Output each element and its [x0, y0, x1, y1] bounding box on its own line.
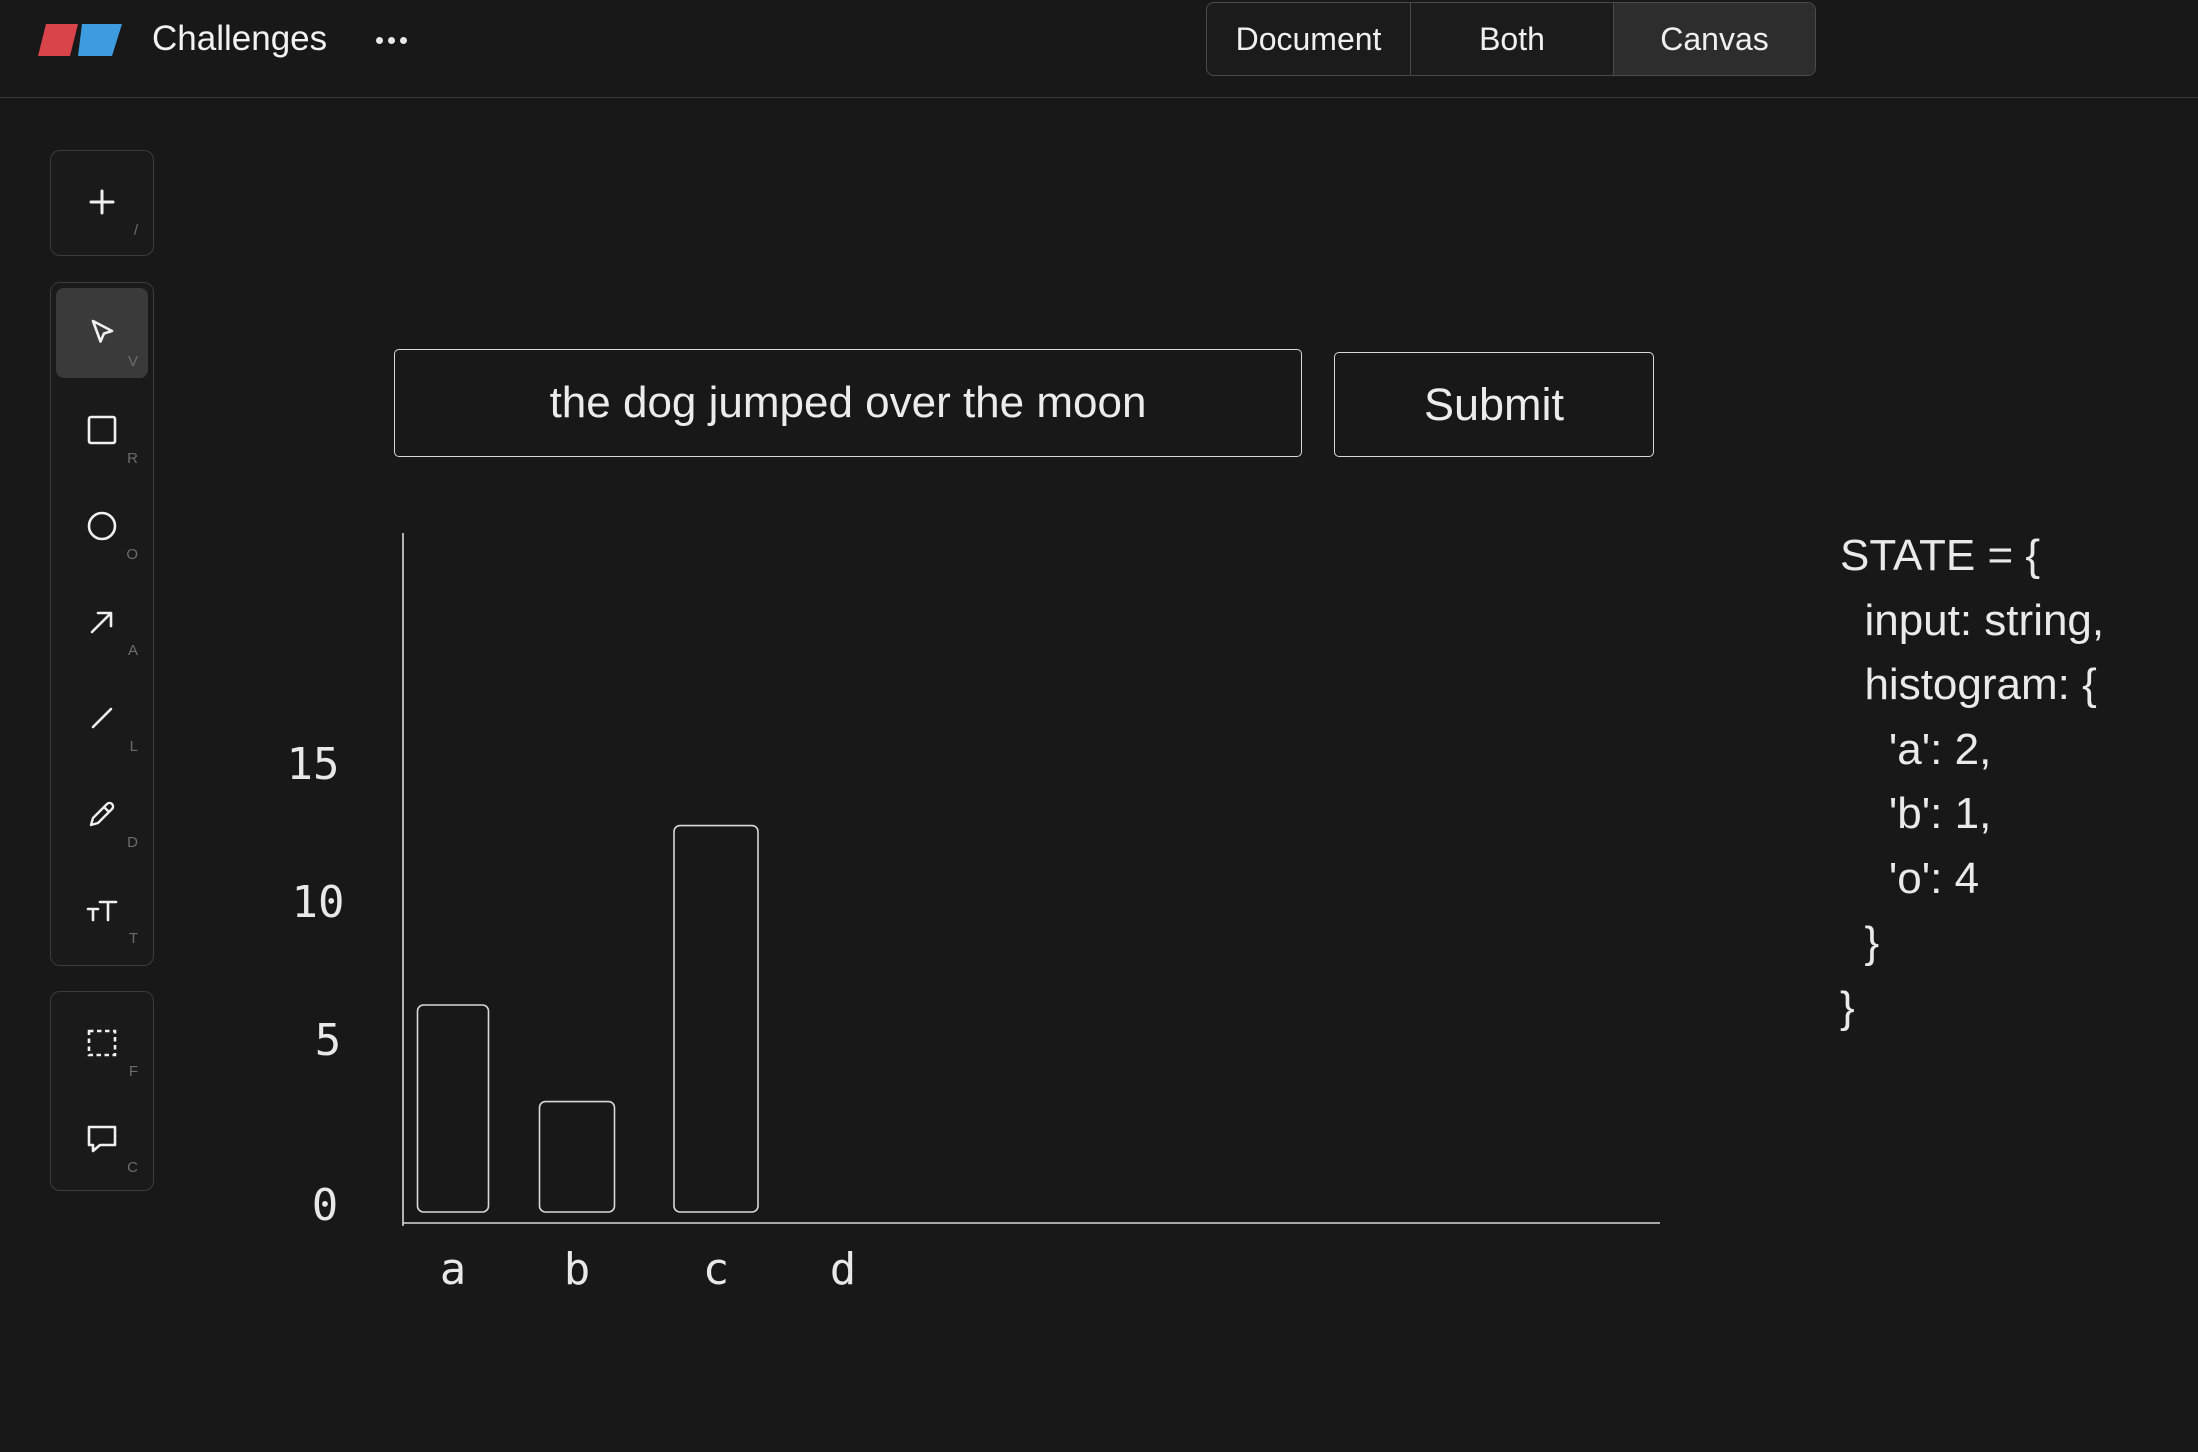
- view-both-button[interactable]: Both: [1410, 3, 1613, 75]
- tool-rectangle[interactable]: R: [56, 385, 148, 475]
- more-dots-icon: [375, 36, 383, 44]
- bar-a: [416, 1004, 490, 1213]
- sketch-submit-button[interactable]: Submit: [1334, 352, 1654, 457]
- shortcut-key: F: [128, 1063, 138, 1080]
- sketch-text-input[interactable]: the dog jumped over the moon: [394, 349, 1302, 457]
- tool-text[interactable]: T: [56, 865, 148, 955]
- x-tick-labels: a b c d: [440, 1244, 857, 1295]
- shortcut-key: V: [127, 353, 138, 370]
- cursor-arrow-icon: [91, 319, 114, 343]
- pencil-icon: [89, 801, 115, 827]
- top-bar: Challenges Document Both Canvas: [0, 0, 2198, 98]
- tool-line[interactable]: L: [56, 673, 148, 763]
- rectangle-icon: [87, 415, 117, 445]
- circle-icon: [87, 511, 117, 541]
- arrow-icon: [90, 611, 113, 634]
- x-tick-label: d: [830, 1244, 857, 1295]
- state-code-text: STATE = { input: string, histogram: { 'a…: [1840, 531, 2105, 1032]
- shortcut-key: R: [127, 450, 138, 467]
- tool-arrow[interactable]: A: [56, 577, 148, 667]
- bar-b: [538, 1100, 616, 1213]
- drawing-tools: V R O A L D T: [50, 282, 154, 966]
- shortcut-key: O: [126, 546, 138, 563]
- tool-comment[interactable]: C: [56, 1094, 148, 1184]
- tool-select[interactable]: V: [56, 288, 148, 378]
- plus-icon: [89, 189, 115, 215]
- more-options-button[interactable]: [366, 20, 416, 60]
- y-tick-label: 0: [312, 1180, 339, 1231]
- y-tick-label: 5: [315, 1015, 342, 1066]
- line-icon: [91, 707, 113, 729]
- shortcut-key: T: [128, 930, 138, 947]
- y-tick-labels: 0 5 10 15: [287, 739, 345, 1231]
- add-button[interactable]: /: [56, 157, 148, 247]
- tool-frame[interactable]: F: [56, 998, 148, 1088]
- x-tick-label: b: [564, 1244, 591, 1295]
- dashed-frame-icon: [87, 1029, 117, 1057]
- bar-c: [673, 824, 759, 1213]
- comment-icon: [87, 1125, 117, 1153]
- tool-draw[interactable]: D: [56, 769, 148, 859]
- text-size-icon: [86, 900, 118, 922]
- y-tick-label: 15: [287, 739, 340, 790]
- y-tick-label: 10: [292, 877, 345, 928]
- chart-bars: [416, 824, 759, 1213]
- view-canvas-button[interactable]: Canvas: [1613, 3, 1815, 75]
- view-mode-switch: Document Both Canvas: [1206, 2, 1816, 76]
- shortcut-key: A: [127, 642, 138, 659]
- shortcut-key: L: [129, 738, 138, 755]
- app-logo: [38, 24, 122, 56]
- view-document-button[interactable]: Document: [1207, 3, 1410, 75]
- x-tick-label: a: [440, 1244, 467, 1295]
- x-tick-label: c: [703, 1244, 730, 1295]
- shortcut-key: D: [127, 834, 138, 851]
- tool-ellipse[interactable]: O: [56, 481, 148, 571]
- page-title: Challenges: [152, 19, 328, 58]
- shortcut-key: /: [133, 222, 138, 239]
- shortcut-key: C: [127, 1159, 138, 1176]
- extra-tools: F C: [50, 991, 154, 1191]
- add-tool-group: /: [50, 150, 154, 256]
